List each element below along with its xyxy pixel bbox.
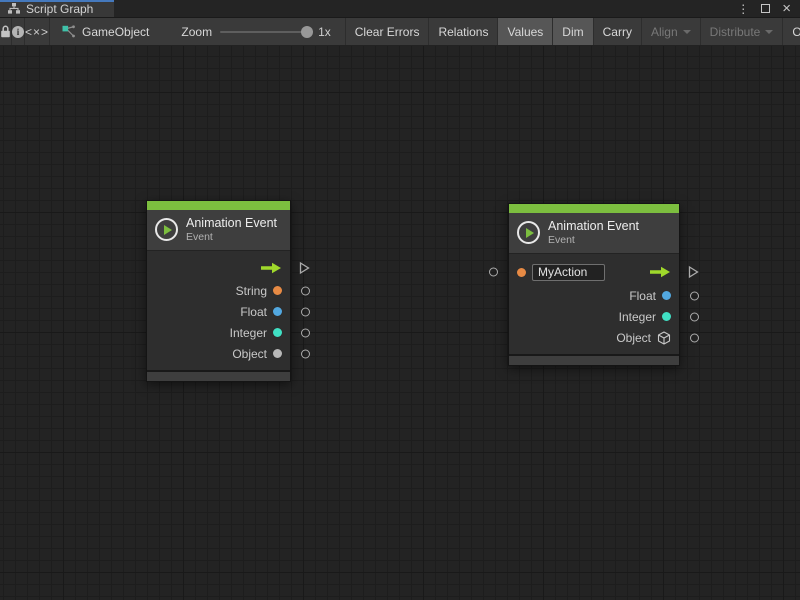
zoom-label: Zoom: [181, 25, 212, 39]
edit-graph-button[interactable]: <×>: [25, 18, 50, 45]
object-port-dot[interactable]: [273, 349, 282, 358]
integer-port-dot[interactable]: [662, 312, 671, 321]
zoom-value: 1x: [318, 25, 331, 39]
relations-button[interactable]: Relations: [428, 18, 497, 45]
flow-output-port[interactable]: [299, 262, 310, 275]
node-title: Animation Event: [548, 219, 639, 233]
tab-label: Script Graph: [26, 2, 93, 16]
float-port-dot[interactable]: [662, 291, 671, 300]
zoom-slider-handle[interactable]: [301, 26, 313, 38]
node-footer: [509, 354, 679, 365]
float-output-port[interactable]: [301, 307, 310, 316]
flow-output-row: [147, 256, 290, 280]
port-label: Integer: [230, 326, 267, 340]
object-cube-icon[interactable]: [657, 331, 671, 345]
code-icon: <×>: [25, 25, 49, 39]
info-icon: i: [12, 26, 24, 38]
float-port-dot[interactable]: [273, 307, 282, 316]
zoom-slider[interactable]: [220, 31, 310, 33]
maximize-icon[interactable]: [761, 4, 770, 13]
output-row-integer: Integer: [147, 322, 290, 343]
gameobject-label: GameObject: [82, 25, 149, 39]
tab-script-graph[interactable]: Script Graph: [0, 0, 114, 17]
output-row-float: Float: [147, 301, 290, 322]
lock-button[interactable]: [0, 18, 12, 45]
port-label: String: [236, 284, 267, 298]
node-animation-event-right[interactable]: Animation Event Event Float: [508, 203, 680, 366]
node-footer: [147, 370, 290, 381]
node-body: Float Integer Object: [509, 254, 679, 354]
window-menu-icon[interactable]: ⋮: [737, 3, 749, 15]
node-header[interactable]: Animation Event Event: [509, 213, 679, 254]
float-output-port[interactable]: [690, 291, 699, 300]
distribute-dropdown-button[interactable]: Distribute: [700, 18, 783, 45]
flow-arrow-icon[interactable]: [650, 266, 671, 278]
node-body: String Float Integer Object: [147, 251, 290, 370]
port-label: Float: [240, 305, 267, 319]
output-row-object: Object: [509, 327, 679, 348]
zoom-control: Zoom 1x: [149, 18, 330, 45]
output-row-integer: Integer: [509, 306, 679, 327]
integer-port-dot[interactable]: [273, 328, 282, 337]
window-controls: ⋮ ×: [737, 0, 800, 17]
node-header-accent: [147, 201, 290, 210]
port-label: Object: [232, 347, 267, 361]
chevron-down-icon: [765, 30, 773, 34]
node-header[interactable]: Animation Event Event: [147, 210, 290, 251]
node-animation-event-left[interactable]: Animation Event Event String Float: [146, 200, 291, 382]
graph-hierarchy-icon: [8, 3, 20, 14]
clear-errors-button[interactable]: Clear Errors: [345, 18, 429, 45]
node-title: Animation Event: [186, 216, 277, 230]
string-port-dot[interactable]: [273, 286, 282, 295]
chevron-down-icon: [683, 30, 691, 34]
name-input-row: [509, 259, 679, 285]
tab-active-accent: [0, 0, 114, 2]
port-label: Float: [629, 289, 656, 303]
flow-output-port[interactable]: [688, 266, 699, 279]
object-output-port[interactable]: [301, 349, 310, 358]
output-row-string: String: [147, 280, 290, 301]
node-subtitle: Event: [186, 231, 277, 243]
align-dropdown-button[interactable]: Align: [641, 18, 700, 45]
graph-toolbar: i <×> GameObject Zoom 1x Clear Errors Re…: [0, 18, 800, 46]
event-name-field[interactable]: [532, 264, 605, 281]
name-input-port[interactable]: [489, 268, 498, 277]
integer-output-port[interactable]: [301, 328, 310, 337]
overview-button[interactable]: Overview: [782, 18, 800, 45]
gameobject-graph-icon: [62, 25, 76, 38]
integer-output-port[interactable]: [690, 312, 699, 321]
title-bar: Script Graph ⋮ ×: [0, 0, 800, 18]
close-icon[interactable]: ×: [782, 1, 791, 16]
event-play-icon: [517, 221, 540, 244]
output-row-float: Float: [509, 285, 679, 306]
port-label: Object: [616, 331, 651, 345]
values-toggle-button[interactable]: Values: [497, 18, 552, 45]
lock-icon: [0, 25, 11, 38]
flow-arrow-icon[interactable]: [261, 262, 282, 274]
name-port-dot[interactable]: [517, 268, 526, 277]
node-subtitle: Event: [548, 234, 639, 246]
output-row-object: Object: [147, 343, 290, 364]
port-label: Integer: [619, 310, 656, 324]
carry-button[interactable]: Carry: [593, 18, 641, 45]
toolbar-buttons: Clear Errors Relations Values Dim Carry …: [345, 18, 800, 45]
graph-canvas[interactable]: Animation Event Event String Float: [0, 46, 800, 600]
graph-owner: GameObject: [50, 18, 149, 45]
dim-toggle-button[interactable]: Dim: [552, 18, 592, 45]
info-button[interactable]: i: [12, 18, 25, 45]
node-header-accent: [509, 204, 679, 213]
string-output-port[interactable]: [301, 286, 310, 295]
object-output-port[interactable]: [690, 333, 699, 342]
event-play-icon: [155, 218, 178, 241]
